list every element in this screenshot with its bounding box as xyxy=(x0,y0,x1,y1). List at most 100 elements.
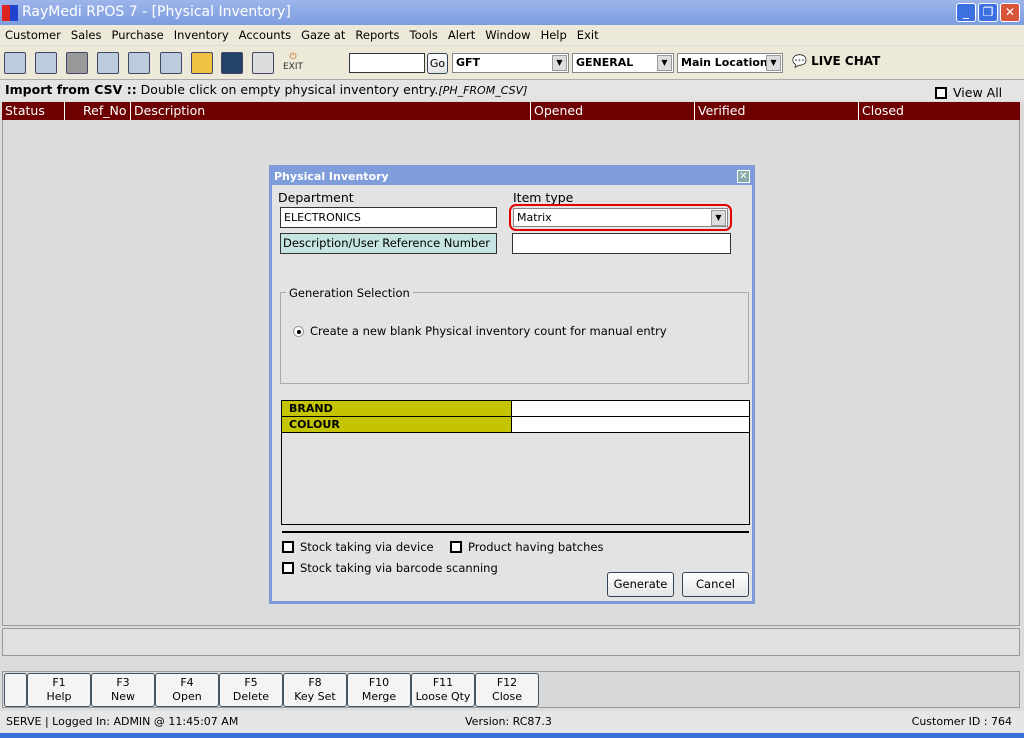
title-bar: RayMedi RPOS 7 - [Physical Inventory] xyxy=(0,0,1024,25)
menu-gaze-at[interactable]: Gaze at xyxy=(296,25,350,45)
dialog-title: Physical Inventory xyxy=(274,170,389,183)
printer-icon[interactable] xyxy=(66,52,88,74)
col-opened[interactable]: Opened xyxy=(530,102,583,120)
f12-close-button[interactable]: F12 Close xyxy=(475,673,539,707)
barcode-icon[interactable] xyxy=(97,52,119,74)
live-chat-label: LIVE CHAT xyxy=(811,54,881,68)
attribute-row[interactable]: BRAND xyxy=(282,401,749,417)
purchase-cart-icon[interactable] xyxy=(160,52,182,74)
item-type-select[interactable]: Matrix ▼ xyxy=(513,208,728,227)
department-label: Department xyxy=(278,190,354,205)
exit-label: EXIT xyxy=(282,62,303,72)
cancel-button[interactable]: Cancel xyxy=(682,572,749,597)
fkey-label: Help xyxy=(46,690,72,703)
f4-open-button[interactable]: F4 Open xyxy=(155,673,219,707)
menu-tools[interactable]: Tools xyxy=(405,25,443,45)
radio-label: Create a new blank Physical inventory co… xyxy=(310,324,667,338)
checkbox-box[interactable] xyxy=(450,541,462,553)
fkey-key: F5 xyxy=(244,676,258,689)
col-verified[interactable]: Verified xyxy=(694,102,745,120)
chevron-down-icon: ▼ xyxy=(657,55,672,71)
bottom-panel xyxy=(2,628,1020,656)
window-title: RayMedi RPOS 7 - [Physical Inventory] xyxy=(22,4,291,20)
status-customer-id: Customer ID : 764 xyxy=(911,715,1012,728)
sales-cart-icon[interactable] xyxy=(35,52,57,74)
fkey-key: F8 xyxy=(308,676,322,689)
divider xyxy=(282,531,749,533)
company-select[interactable]: GFT ▼ xyxy=(452,53,569,73)
col-status[interactable]: Status xyxy=(2,102,45,120)
info-bar: Import from CSV :: Double click on empty… xyxy=(0,80,1024,101)
location-select[interactable]: Main Location ▼ xyxy=(677,53,783,73)
f10-merge-button[interactable]: F10 Merge xyxy=(347,673,411,707)
description-label: Description/User Reference Number xyxy=(280,233,497,254)
menu-purchase[interactable]: Purchase xyxy=(106,25,168,45)
col-ref-no[interactable]: Ref_No xyxy=(64,102,126,120)
window-bottom-border xyxy=(0,733,1024,738)
checkbox-box[interactable] xyxy=(282,562,294,574)
product-batches-checkbox[interactable]: Product having batches xyxy=(450,540,603,554)
generation-selection-label: Generation Selection xyxy=(286,286,413,300)
checkbox-box[interactable] xyxy=(282,541,294,553)
category-select[interactable]: GENERAL ▼ xyxy=(572,53,674,73)
dialog-title-bar: Physical Inventory xyxy=(272,168,752,185)
fkey-key: F1 xyxy=(52,676,66,689)
menu-reports[interactable]: Reports xyxy=(350,25,404,45)
menu-inventory[interactable]: Inventory xyxy=(169,25,234,45)
menu-exit[interactable]: Exit xyxy=(572,25,604,45)
f3-new-button[interactable]: F3 New xyxy=(91,673,155,707)
col-description[interactable]: Description xyxy=(130,102,205,120)
attribute-value[interactable] xyxy=(512,401,749,416)
fkey-spacer xyxy=(4,673,27,707)
checkbox-box[interactable] xyxy=(935,87,947,99)
dialog-close-icon[interactable]: ✕ xyxy=(737,170,750,183)
menu-accounts[interactable]: Accounts xyxy=(234,25,296,45)
folder-icon[interactable] xyxy=(191,52,213,74)
app-icon xyxy=(2,5,18,21)
close-button[interactable]: ✕ xyxy=(1000,3,1020,22)
live-chat-button[interactable]: 💬 LIVE CHAT xyxy=(792,54,880,68)
f8-keyset-button[interactable]: F8 Key Set xyxy=(283,673,347,707)
chevron-down-icon: ▼ xyxy=(711,210,726,226)
fkey-label: New xyxy=(111,690,135,703)
menu-window[interactable]: Window xyxy=(480,25,535,45)
exit-button[interactable]: ⏻ EXIT xyxy=(282,52,304,72)
attribute-value[interactable] xyxy=(512,417,749,432)
chart-icon[interactable] xyxy=(252,52,274,74)
item-type-value: Matrix xyxy=(517,211,552,224)
department-field[interactable]: ELECTRONICS xyxy=(280,207,497,228)
radio-selected-icon[interactable] xyxy=(293,325,304,337)
description-field[interactable] xyxy=(512,233,731,254)
menu-customer[interactable]: Customer xyxy=(0,25,66,45)
info-code: [PH_FROM_CSV] xyxy=(438,84,528,97)
attribute-row[interactable]: COLOUR xyxy=(282,417,749,433)
view-all-checkbox[interactable]: View All xyxy=(935,83,1002,103)
search-input[interactable] xyxy=(349,53,425,73)
generate-button[interactable]: Generate xyxy=(607,572,674,597)
f5-delete-button[interactable]: F5 Delete xyxy=(219,673,283,707)
blank-count-radio[interactable]: Create a new blank Physical inventory co… xyxy=(293,324,667,338)
stock-device-checkbox[interactable]: Stock taking via device xyxy=(282,540,434,554)
fkey-label: Loose Qty xyxy=(415,690,471,703)
barcode-scan-checkbox[interactable]: Stock taking via barcode scanning xyxy=(282,561,498,575)
status-bar: SERVE | Logged In: ADMIN @ 11:45:07 AM V… xyxy=(0,711,1024,733)
attribute-name: COLOUR xyxy=(282,417,512,432)
go-button[interactable]: Go xyxy=(427,53,448,74)
fkey-key: F10 xyxy=(368,676,390,689)
f1-help-button[interactable]: F1 Help xyxy=(27,673,91,707)
invoice-icon[interactable] xyxy=(4,52,26,74)
restore-button[interactable]: ❐ xyxy=(978,3,998,22)
status-version: Version: RC87.3 xyxy=(465,715,552,728)
users-icon[interactable] xyxy=(221,52,243,74)
info-title: Import from CSV :: xyxy=(5,82,137,97)
menu-alert[interactable]: Alert xyxy=(443,25,480,45)
menu-sales[interactable]: Sales xyxy=(66,25,107,45)
toolbar: ⏻ EXIT Go GFT ▼ GENERAL ▼ Main Location ▼ 💬 … xyxy=(0,46,1024,80)
f11-loose-qty-button[interactable]: F11 Loose Qty xyxy=(411,673,475,707)
item-type-label: Item type xyxy=(513,190,574,205)
power-icon: ⏻ xyxy=(289,52,297,62)
col-closed[interactable]: Closed xyxy=(858,102,904,120)
document-icon[interactable] xyxy=(128,52,150,74)
minimize-button[interactable]: _ xyxy=(956,3,976,22)
menu-help[interactable]: Help xyxy=(536,25,572,45)
